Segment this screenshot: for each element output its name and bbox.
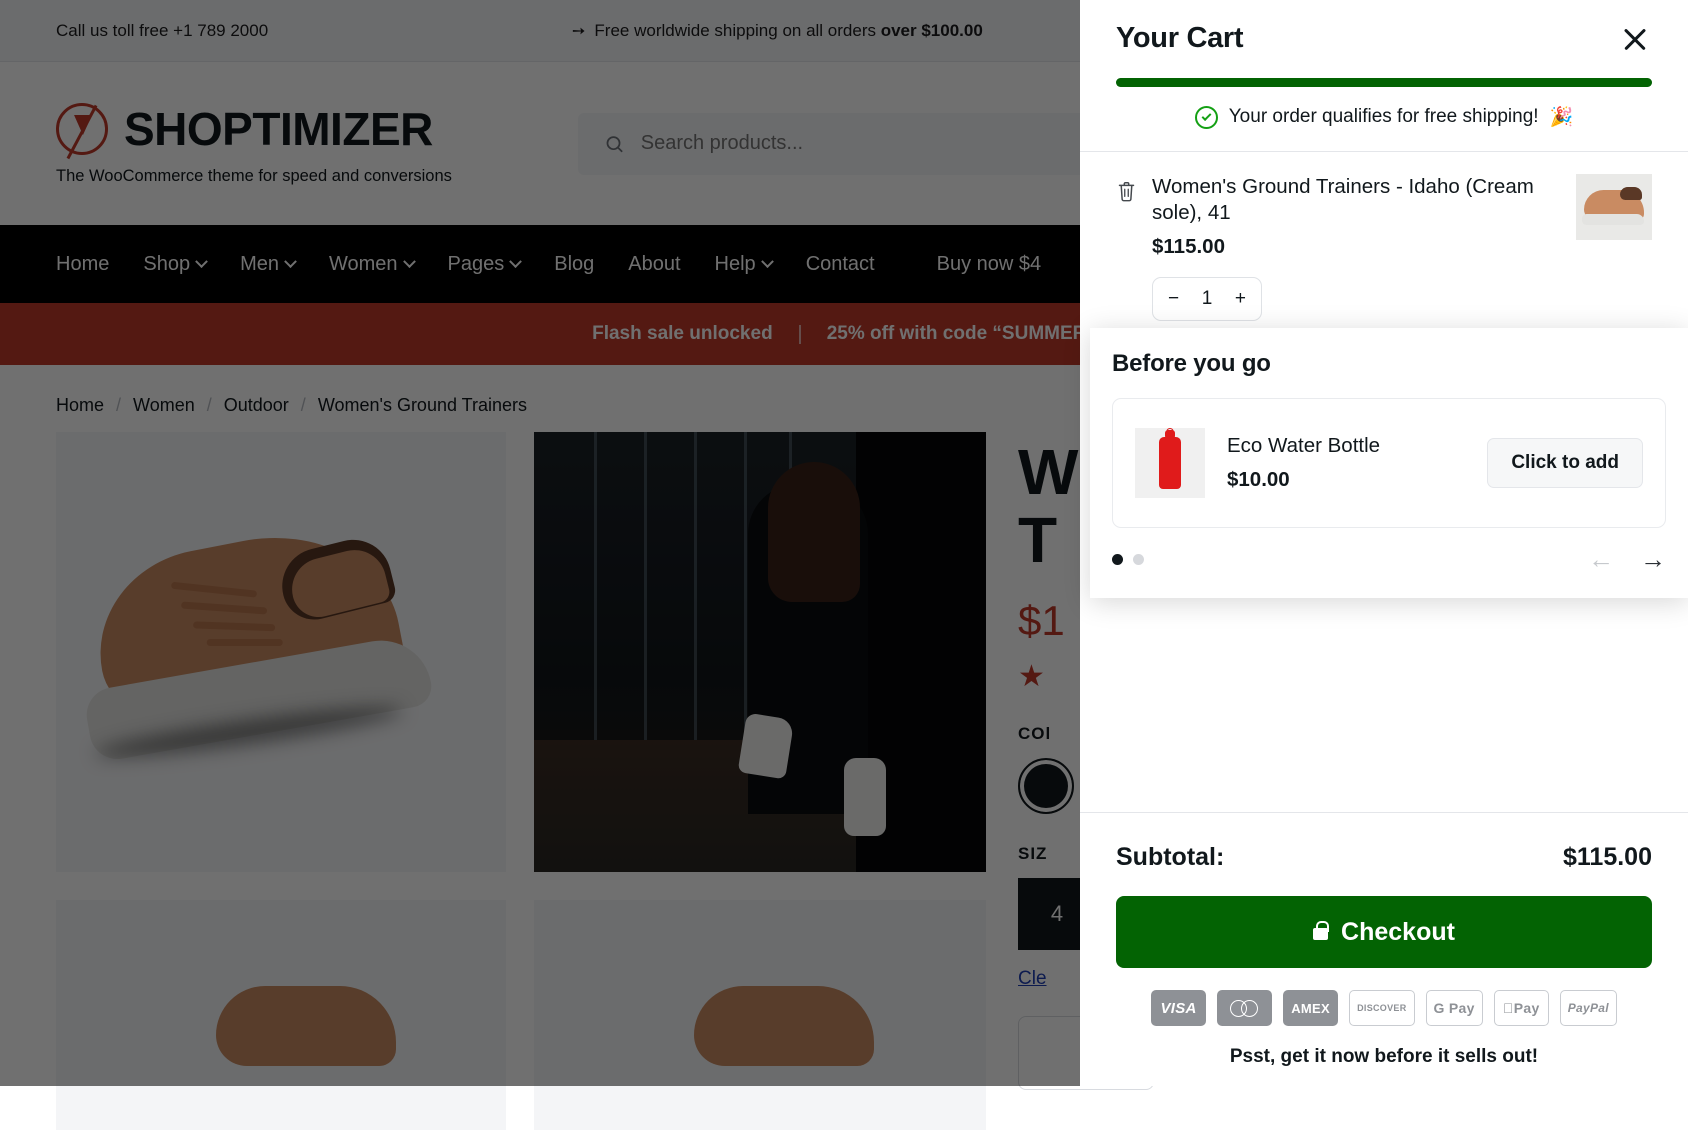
cart-item-thumbnail[interactable] (1576, 174, 1652, 240)
free-shipping-message: Your order qualifies for free shipping! (1229, 106, 1539, 128)
carousel-dots (1112, 554, 1144, 565)
free-shipping-progress-bar (1116, 78, 1652, 87)
lock-icon (1313, 928, 1328, 940)
progress-fill (1116, 78, 1652, 87)
payment-methods: VISA mastercard AMEX DISCOVER G Pay Pay… (1116, 990, 1652, 1026)
check-circle-icon (1195, 106, 1218, 129)
mastercard-icon: mastercard (1217, 990, 1272, 1026)
close-icon[interactable] (1618, 22, 1652, 56)
party-popper-icon: 🎉 (1550, 105, 1574, 129)
quantity-stepper[interactable]: − 1 + (1152, 277, 1262, 321)
before-you-go-modal: Before you go Eco Water Bottle $10.00 Cl… (1090, 328, 1688, 598)
carousel-arrows: ← → (1588, 546, 1666, 572)
urgency-note: Psst, get it now before it sells out! (1116, 1046, 1652, 1068)
cart-item-name[interactable]: Women's Ground Trainers - Idaho (Cream s… (1152, 174, 1562, 226)
upsell-product-name: Eco Water Bottle (1227, 434, 1465, 458)
before-you-go-title: Before you go (1112, 350, 1666, 378)
carousel-prev-icon[interactable]: ← (1588, 546, 1614, 572)
checkout-label: Checkout (1341, 918, 1455, 947)
decrease-quantity-button[interactable]: − (1168, 288, 1179, 310)
google-pay-icon: G Pay (1426, 990, 1483, 1026)
free-shipping-status: Your order qualifies for free shipping! … (1116, 105, 1652, 129)
cart-line-item: Women's Ground Trainers - Idaho (Cream s… (1080, 152, 1688, 321)
trash-icon[interactable] (1116, 174, 1138, 321)
cart-footer: Subtotal: $115.00 Checkout VISA masterca… (1080, 812, 1688, 1086)
cart-header: Your Cart (1080, 0, 1688, 56)
upsell-offer-card: Eco Water Bottle $10.00 Click to add (1112, 398, 1666, 528)
amex-icon: AMEX (1283, 990, 1338, 1026)
apple-pay-icon: Pay (1494, 990, 1549, 1026)
upsell-offer-details: Eco Water Bottle $10.00 (1227, 434, 1465, 492)
subtotal-label: Subtotal: (1116, 843, 1224, 872)
carousel-next-icon[interactable]: → (1640, 546, 1666, 572)
quantity-value: 1 (1202, 288, 1213, 310)
checkout-button[interactable]: Checkout (1116, 896, 1652, 968)
cart-item-details: Women's Ground Trainers - Idaho (Cream s… (1152, 174, 1562, 321)
discover-icon: DISCOVER (1349, 990, 1414, 1026)
upsell-product-price: $10.00 (1227, 468, 1465, 492)
subtotal-value: $115.00 (1563, 843, 1652, 872)
increase-quantity-button[interactable]: + (1235, 288, 1246, 310)
paypal-icon: PayPal (1560, 990, 1617, 1026)
carousel-dot-2[interactable] (1133, 554, 1144, 565)
cart-item-price: $115.00 (1152, 235, 1562, 259)
visa-icon: VISA (1151, 990, 1206, 1026)
carousel-controls: ← → (1112, 546, 1666, 572)
carousel-dot-1[interactable] (1112, 554, 1123, 565)
subtotal-row: Subtotal: $115.00 (1116, 813, 1652, 872)
water-bottle-icon (1135, 428, 1205, 498)
cart-title: Your Cart (1116, 22, 1243, 55)
click-to-add-button[interactable]: Click to add (1487, 438, 1643, 488)
